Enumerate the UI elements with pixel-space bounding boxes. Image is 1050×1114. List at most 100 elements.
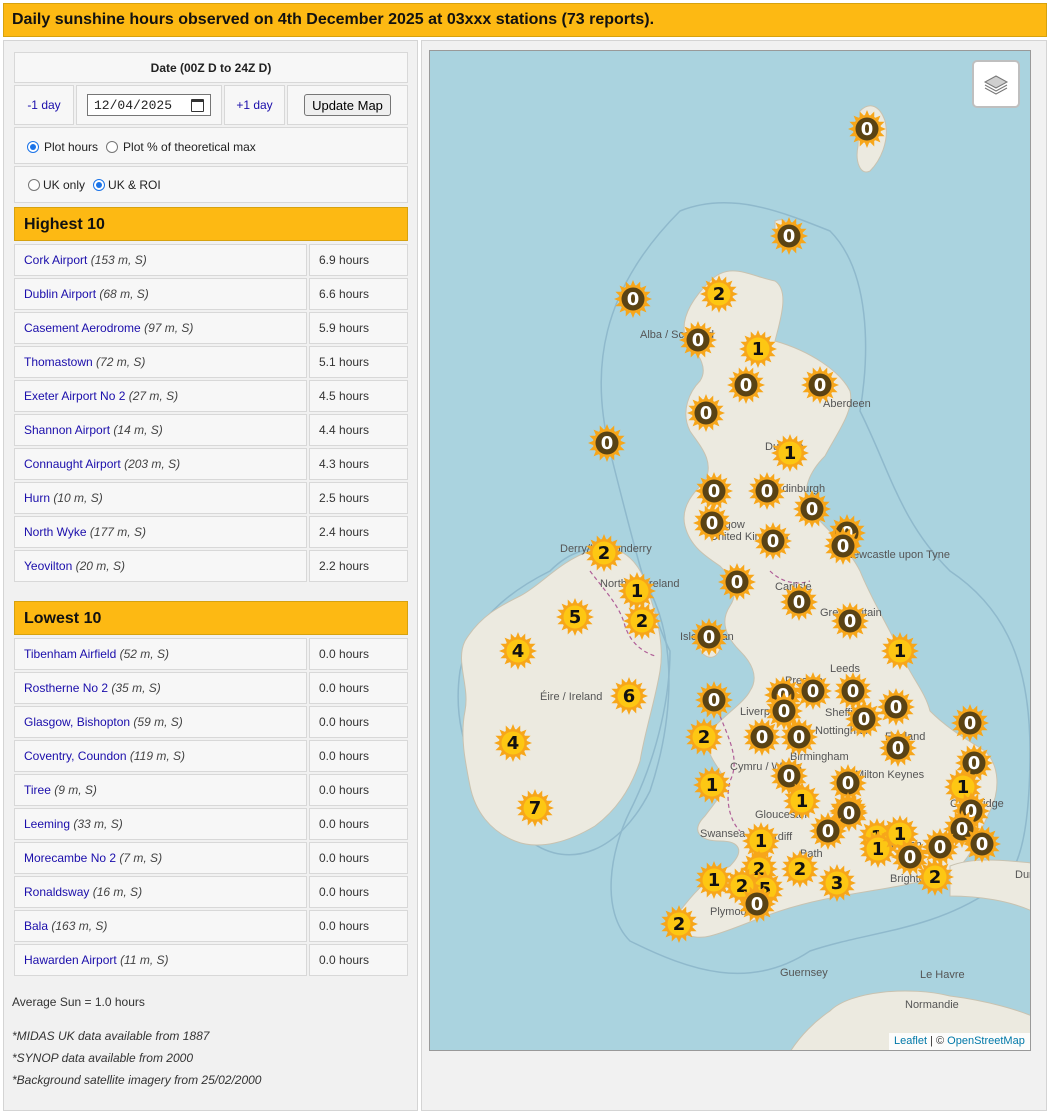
- sunshine-marker[interactable]: 0: [876, 687, 916, 727]
- sunshine-marker[interactable]: 1: [694, 860, 734, 900]
- station-link[interactable]: North Wyke: [24, 525, 87, 539]
- sunshine-marker[interactable]: 0: [878, 728, 918, 768]
- calendar-icon[interactable]: [191, 98, 204, 112]
- next-day-link[interactable]: +1 day: [236, 98, 272, 112]
- station-hours: 0.0 hours: [309, 910, 408, 942]
- station-link[interactable]: Coventry, Coundon: [24, 749, 127, 763]
- sunshine-marker[interactable]: 0: [962, 824, 1002, 864]
- sunshine-hours-label: 0: [766, 530, 780, 552]
- sunshine-hours-label: 0: [836, 535, 850, 557]
- sunshine-marker[interactable]: 1: [770, 433, 810, 473]
- station-link[interactable]: Connaught Airport: [24, 457, 121, 471]
- station-hours: 0.0 hours: [309, 774, 408, 806]
- station-link[interactable]: Yeovilton: [24, 559, 72, 573]
- sunshine-marker[interactable]: 0: [613, 279, 653, 319]
- station-link[interactable]: Tibenham Airfield: [24, 647, 116, 661]
- station-hours: 5.1 hours: [309, 346, 408, 378]
- sunshine-marker[interactable]: 4: [493, 723, 533, 763]
- sunshine-marker[interactable]: 0: [694, 680, 734, 720]
- sunshine-marker[interactable]: 2: [780, 849, 820, 889]
- sunshine-marker[interactable]: 0: [717, 562, 757, 602]
- sunshine-marker[interactable]: 0: [779, 717, 819, 757]
- station-hours: 4.4 hours: [309, 414, 408, 446]
- plot-percent-radio[interactable]: [106, 141, 119, 153]
- sunshine-hours-label: 0: [782, 225, 796, 247]
- uk-only-radio[interactable]: [28, 178, 40, 191]
- sunshine-marker[interactable]: 1: [880, 631, 920, 671]
- note-satellite: *Background satellite imagery from 25/02…: [12, 1073, 262, 1087]
- sunshine-marker[interactable]: 0: [678, 320, 718, 360]
- sunshine-marker[interactable]: 2: [622, 601, 662, 641]
- sunshine-hours-label: 2: [635, 610, 649, 632]
- station-link[interactable]: Bala: [24, 919, 48, 933]
- plot-hours-radio[interactable]: [27, 141, 39, 153]
- sunshine-marker[interactable]: 0: [747, 471, 787, 511]
- station-link[interactable]: Glasgow, Bishopton: [24, 715, 130, 729]
- sunshine-marker[interactable]: 0: [753, 521, 793, 561]
- sunshine-marker[interactable]: 2: [659, 904, 699, 944]
- station-link[interactable]: Exeter Airport No 2: [24, 389, 125, 403]
- station-link[interactable]: Tiree: [24, 783, 51, 797]
- sunshine-marker[interactable]: 0: [726, 365, 766, 405]
- station-hours: 5.9 hours: [309, 312, 408, 344]
- sunshine-hours-label: 0: [843, 610, 857, 632]
- sunshine-hours-label: 0: [821, 820, 835, 842]
- sunshine-marker[interactable]: 4: [498, 631, 538, 671]
- update-map-button[interactable]: Update Map: [304, 94, 391, 116]
- sunshine-marker[interactable]: 0: [792, 489, 832, 529]
- sunshine-marker[interactable]: 3: [817, 863, 857, 903]
- sunshine-marker[interactable]: 0: [737, 884, 777, 924]
- station-link[interactable]: Shannon Airport: [24, 423, 110, 437]
- station-link[interactable]: Rostherne No 2: [24, 681, 108, 695]
- uk-roi-radio[interactable]: [93, 178, 106, 191]
- station-link[interactable]: Hurn: [24, 491, 50, 505]
- sunshine-map[interactable]: Alba / ScotlandEdinburghGlasgowUnited Ki…: [429, 50, 1031, 1051]
- sunshine-marker[interactable]: 0: [692, 503, 732, 543]
- leaflet-link[interactable]: Leaflet: [894, 1035, 927, 1047]
- station-link[interactable]: Ronaldsway: [24, 885, 89, 899]
- sunshine-marker[interactable]: 0: [689, 617, 729, 657]
- station-row-name: Ronaldsway (16 m, S): [14, 876, 307, 908]
- station-meta: (119 m, S): [129, 749, 185, 763]
- station-link[interactable]: Dublin Airport: [24, 287, 96, 301]
- sunshine-marker[interactable]: 2: [584, 533, 624, 573]
- sunshine-marker[interactable]: 0: [830, 601, 870, 641]
- station-hours: 0.0 hours: [309, 740, 408, 772]
- station-link[interactable]: Casement Aerodrome: [24, 321, 141, 335]
- sunshine-marker[interactable]: 0: [769, 216, 809, 256]
- sunshine-marker[interactable]: 7: [515, 788, 555, 828]
- sunshine-marker[interactable]: 0: [823, 526, 863, 566]
- sunshine-hours-label: 0: [750, 893, 764, 915]
- sunshine-marker[interactable]: 2: [684, 717, 724, 757]
- sunshine-marker[interactable]: 0: [742, 717, 782, 757]
- sunshine-marker[interactable]: 2: [699, 274, 739, 314]
- station-link[interactable]: Hawarden Airport: [24, 953, 117, 967]
- station-link[interactable]: Morecambe No 2: [24, 851, 116, 865]
- sunshine-marker[interactable]: 0: [950, 703, 990, 743]
- station-link[interactable]: Leeming: [24, 817, 70, 831]
- sunshine-marker[interactable]: 0: [779, 582, 819, 622]
- date-input[interactable]: 12/04/2025: [87, 94, 211, 116]
- osm-link[interactable]: OpenStreetMap: [947, 1035, 1025, 1047]
- sunshine-marker[interactable]: 0: [686, 393, 726, 433]
- sunshine-marker[interactable]: 1: [692, 765, 732, 805]
- sunshine-marker[interactable]: 0: [587, 423, 627, 463]
- sunshine-marker[interactable]: 5: [555, 597, 595, 637]
- sunshine-hours-label: 0: [860, 118, 874, 140]
- sunshine-marker[interactable]: 0: [808, 811, 848, 851]
- station-link[interactable]: Thomastown: [24, 355, 93, 369]
- station-link[interactable]: Cork Airport: [24, 253, 87, 267]
- date-cell: 12/04/2025: [76, 85, 222, 125]
- highest-heading: Highest 10: [14, 207, 408, 241]
- sunshine-marker[interactable]: 2: [915, 857, 955, 897]
- sunshine-marker[interactable]: 0: [847, 109, 887, 149]
- sunshine-hours-label: 0: [707, 689, 721, 711]
- station-meta: (7 m, S): [119, 851, 163, 865]
- sunshine-marker[interactable]: 6: [609, 676, 649, 716]
- sunshine-marker[interactable]: 0: [800, 365, 840, 405]
- station-row-name: Tiree (9 m, S): [14, 774, 307, 806]
- layers-control[interactable]: [972, 60, 1020, 108]
- sunshine-marker[interactable]: 1: [738, 329, 778, 369]
- prev-day-link[interactable]: -1 day: [27, 98, 60, 112]
- sunshine-hours-label: 0: [705, 512, 719, 534]
